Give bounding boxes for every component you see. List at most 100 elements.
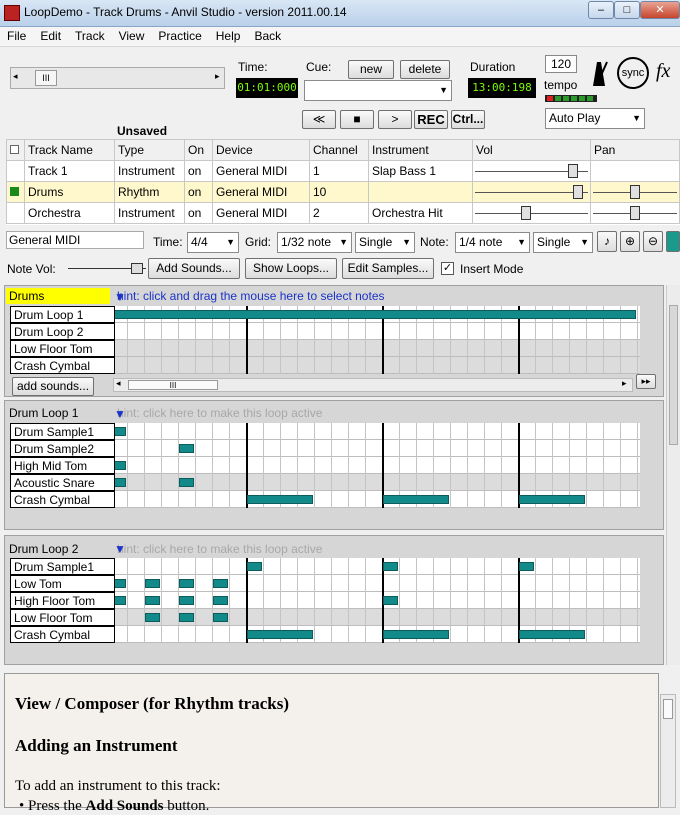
playhead-icon[interactable]: ▼ xyxy=(114,290,126,306)
grid-select[interactable]: 1/32 note ▼ xyxy=(277,232,352,253)
note-block[interactable] xyxy=(179,596,194,605)
menu-edit[interactable]: Edit xyxy=(33,27,68,43)
loop-row-label[interactable]: Drum Loop 1 xyxy=(10,306,115,323)
sound-row-label[interactable]: Low Floor Tom xyxy=(10,609,115,626)
note-block[interactable] xyxy=(247,495,313,504)
sound-row-label[interactable]: Drum Sample1 xyxy=(10,423,115,440)
scroll-right-icon[interactable]: ▸ xyxy=(622,378,627,389)
playhead-icon[interactable]: ▼ xyxy=(114,542,126,558)
editor-vertical-scrollbar[interactable] xyxy=(666,285,680,665)
note-block[interactable] xyxy=(111,310,636,319)
sound-row-label[interactable]: High Mid Tom xyxy=(10,457,115,474)
cue-new-button[interactable]: new xyxy=(348,60,394,79)
sound-row-label[interactable]: Low Tom xyxy=(10,575,115,592)
device-field[interactable]: General MIDI xyxy=(6,231,144,249)
vol-knob[interactable] xyxy=(521,206,532,220)
note-length-select[interactable]: 1/4 note ▼ xyxy=(455,232,530,253)
sound-row-label[interactable]: Drum Sample2 xyxy=(10,440,115,457)
scroll-thumb[interactable]: III xyxy=(128,380,218,390)
menu-back[interactable]: Back xyxy=(247,27,288,43)
track-on[interactable]: on xyxy=(184,181,213,203)
menu-help[interactable]: Help xyxy=(209,27,248,43)
note-vol-knob[interactable] xyxy=(131,263,143,274)
track-pan-slider[interactable] xyxy=(590,160,680,182)
scroll-thumb[interactable]: III xyxy=(35,70,57,86)
autoplay-select[interactable]: Auto Play ▼ xyxy=(545,108,645,129)
note-block[interactable] xyxy=(179,478,194,487)
note-block[interactable] xyxy=(247,562,262,571)
add-sounds-small-button[interactable]: add sounds... xyxy=(12,377,94,396)
track-select[interactable] xyxy=(6,202,25,224)
grid-mode-select[interactable]: Single ▼ xyxy=(355,232,415,253)
minimize-button[interactable]: – xyxy=(588,1,614,19)
time-sig-select[interactable]: 4/4 ▼ xyxy=(187,232,239,253)
sync-icon[interactable]: sync xyxy=(617,57,649,89)
sound-row-label[interactable]: Crash Cymbal xyxy=(10,626,115,643)
track-pan-slider[interactable] xyxy=(590,202,680,224)
col-on[interactable]: On xyxy=(184,139,213,161)
note-block[interactable] xyxy=(145,579,160,588)
loop-grid[interactable]: ▼ xyxy=(110,407,640,508)
note-mode-select[interactable]: Single ▼ xyxy=(533,232,593,253)
pan-knob[interactable] xyxy=(630,185,640,199)
scroll-right-icon[interactable]: ▸ xyxy=(215,71,220,82)
tempo-input[interactable]: 120 xyxy=(545,55,577,73)
col-channel[interactable]: Channel xyxy=(309,139,369,161)
col-vol[interactable]: Vol xyxy=(472,139,591,161)
color-toggle-icon[interactable] xyxy=(666,231,680,252)
sound-row-label[interactable]: Drum Sample1 xyxy=(10,558,115,575)
note-block[interactable] xyxy=(213,613,228,622)
show-loops-button[interactable]: Show Loops... xyxy=(245,258,337,279)
vol-knob[interactable] xyxy=(572,185,583,199)
pan-knob[interactable] xyxy=(630,206,640,220)
add-sounds-button[interactable]: Add Sounds... xyxy=(148,258,240,279)
stop-button[interactable]: ■ xyxy=(340,110,374,129)
col-instrument[interactable]: Instrument xyxy=(368,139,473,161)
track-select[interactable] xyxy=(6,160,25,182)
note-block[interactable] xyxy=(383,495,449,504)
note-block[interactable] xyxy=(519,630,585,639)
arrange-grid[interactable]: ▼ xyxy=(110,290,640,374)
col-type[interactable]: Type xyxy=(114,139,185,161)
note-block[interactable] xyxy=(383,630,449,639)
play-button[interactable]: > xyxy=(378,110,412,129)
menu-practice[interactable]: Practice xyxy=(151,27,208,43)
loop-grid[interactable]: ▼ xyxy=(110,542,640,643)
col-device[interactable]: Device xyxy=(212,139,310,161)
track-row[interactable]: Orchestra Instrument on General MIDI 2 O… xyxy=(6,202,680,224)
track-vol-slider[interactable] xyxy=(472,202,591,224)
note-block[interactable] xyxy=(519,495,585,504)
track-vol-slider[interactable] xyxy=(472,181,591,203)
track-select[interactable] xyxy=(6,181,25,203)
insert-mode-checkbox[interactable]: ✓ xyxy=(441,262,454,275)
track-row[interactable]: Track 1 Instrument on General MIDI 1 Sla… xyxy=(6,160,680,182)
fx-icon[interactable]: fx xyxy=(656,60,670,83)
menu-file[interactable]: File xyxy=(0,27,33,43)
track-row-selected[interactable]: Drums Rhythm on General MIDI 10 xyxy=(6,181,680,203)
track-on[interactable]: on xyxy=(184,202,213,224)
sound-row-label[interactable]: High Floor Tom xyxy=(10,592,115,609)
horizontal-scrollbar[interactable]: ◂ III ▸ xyxy=(113,378,633,392)
note-block[interactable] xyxy=(179,579,194,588)
track-on[interactable]: on xyxy=(184,160,213,182)
playhead-icon[interactable]: ▼ xyxy=(114,407,126,423)
menu-track[interactable]: Track xyxy=(68,27,112,43)
loop-row-label[interactable]: Drum Loop 2 xyxy=(10,323,115,340)
record-button[interactable]: REC xyxy=(414,110,448,129)
note-block[interactable] xyxy=(145,613,160,622)
help-vertical-scrollbar[interactable] xyxy=(660,694,676,808)
cue-delete-button[interactable]: delete xyxy=(400,60,450,79)
note-block[interactable] xyxy=(145,596,160,605)
scroll-thumb[interactable] xyxy=(669,305,678,445)
col-track-name[interactable]: Track Name xyxy=(24,139,115,161)
note-block[interactable] xyxy=(213,579,228,588)
close-button[interactable]: ✕ xyxy=(640,1,680,19)
track-pan-slider[interactable] xyxy=(590,181,680,203)
sound-row-label[interactable]: Acoustic Snare xyxy=(10,474,115,491)
note-block[interactable] xyxy=(519,562,534,571)
rewind-button[interactable]: ≪ xyxy=(302,110,336,129)
note-block[interactable] xyxy=(213,596,228,605)
note-block[interactable] xyxy=(383,562,398,571)
loop-row-label[interactable]: Low Floor Tom xyxy=(10,340,115,357)
note-block[interactable] xyxy=(247,630,313,639)
